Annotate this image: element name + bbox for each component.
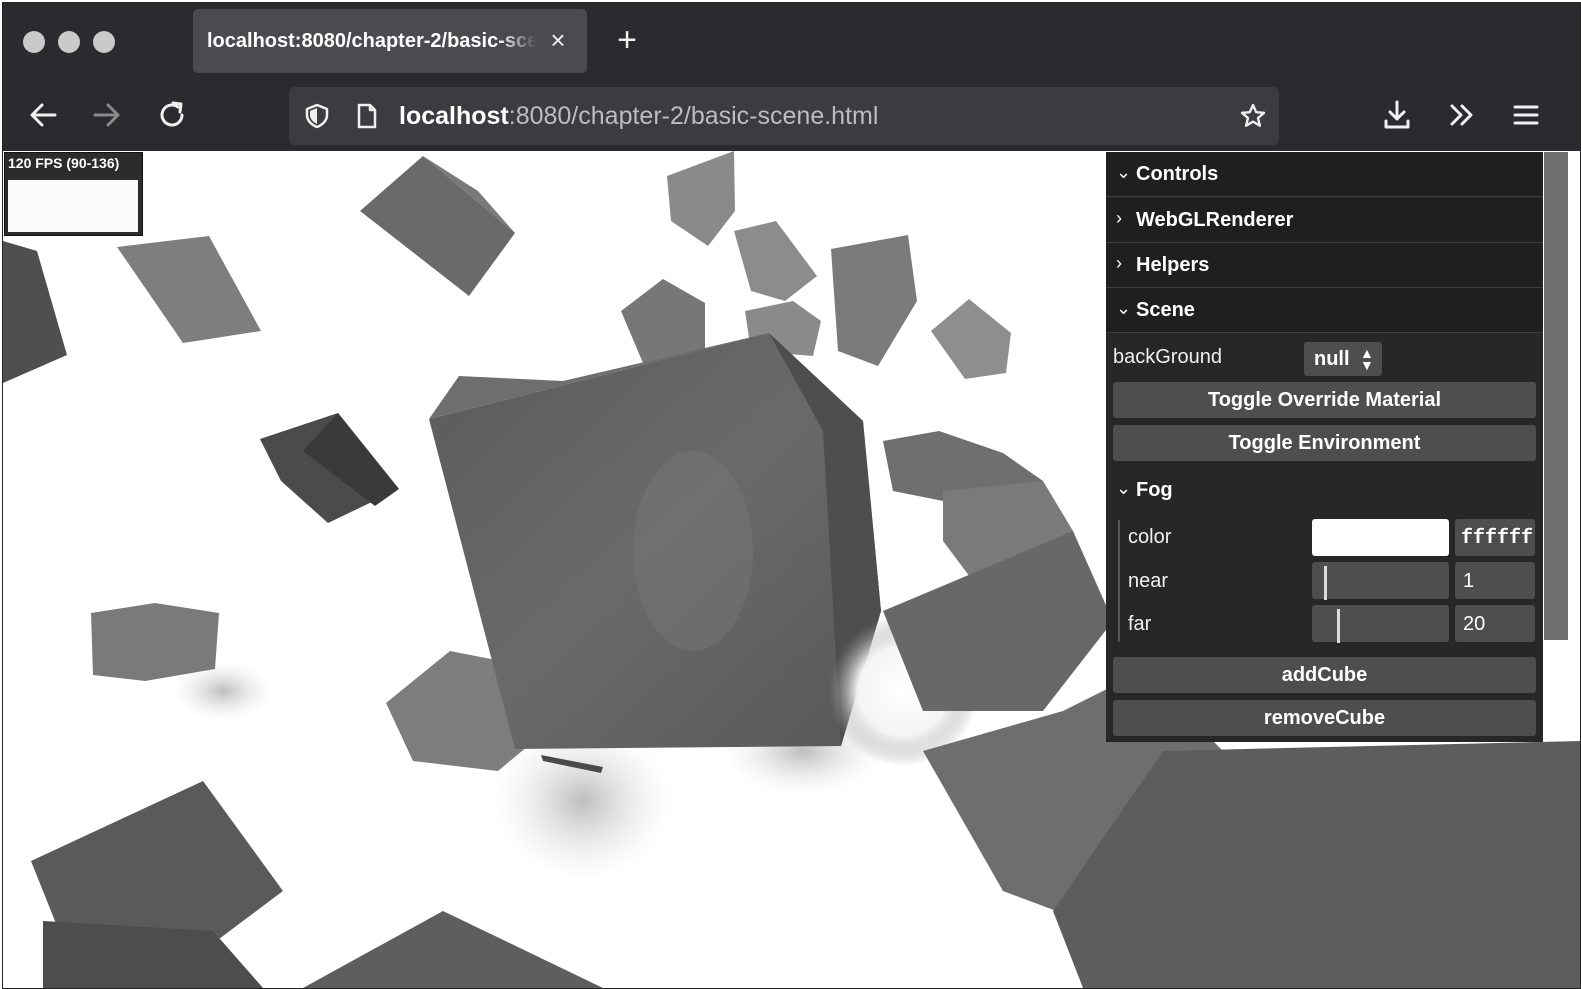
section-helpers[interactable]: › Helpers <box>1106 243 1543 288</box>
fps-counter: 120 FPS (90-136) <box>8 155 120 171</box>
select-updown-icon: ▲ ▼ <box>1360 345 1374 373</box>
chevron-down-icon: ⌄ <box>1116 478 1132 498</box>
address-bar[interactable]: localhost:8080/chapter-2/basic-scene.htm… <box>289 87 1279 145</box>
fog-near-input[interactable]: 1 <box>1455 562 1535 599</box>
forward-arrow-icon[interactable] <box>89 97 125 133</box>
navigation-bar: localhost:8080/chapter-2/basic-scene.htm… <box>3 79 1580 151</box>
chevron-down-icon: ⌄ <box>1116 298 1132 318</box>
fog-color-swatch[interactable] <box>1312 519 1449 556</box>
page-info-icon[interactable] <box>353 102 381 130</box>
section-scene-label: Scene <box>1136 299 1195 321</box>
tab-title: localhost:8080/chapter-2/basic-scene.htm… <box>207 30 537 52</box>
tab-strip: localhost:8080/chapter-2/basic-scene.htm… <box>3 3 1580 79</box>
fog-group-rule <box>1118 520 1120 642</box>
fog-color-value: ffffff <box>1461 527 1534 550</box>
background-select[interactable]: null ▲ ▼ <box>1304 342 1382 376</box>
browser-window: localhost:8080/chapter-2/basic-scene.htm… <box>2 2 1581 989</box>
url-path: :8080/chapter-2/basic-scene.html <box>508 102 879 130</box>
remove-cube-button[interactable]: removeCube <box>1113 700 1536 736</box>
chevron-down-icon: ⌄ <box>1116 162 1132 182</box>
section-scene[interactable]: ⌄ Scene <box>1106 288 1543 333</box>
panel-scrollbar[interactable] <box>1544 152 1568 640</box>
fps-graph <box>8 180 138 232</box>
cube <box>3 241 67 383</box>
download-icon[interactable] <box>1379 97 1415 133</box>
close-window-button[interactable] <box>23 31 45 53</box>
cube <box>734 221 817 301</box>
url-text[interactable]: localhost:8080/chapter-2/basic-scene.htm… <box>399 102 878 131</box>
stats-panel[interactable]: 120 FPS (90-136) <box>4 152 143 236</box>
section-controls-label: Controls <box>1136 163 1219 185</box>
cube <box>831 235 917 366</box>
section-controls[interactable]: ⌄ Controls <box>1106 152 1543 197</box>
fog-far-slider[interactable] <box>1312 605 1449 643</box>
background-select-value: null <box>1314 348 1350 370</box>
minimize-window-button[interactable] <box>58 31 80 53</box>
tab-close-icon[interactable]: × <box>543 25 573 55</box>
fog-color-input[interactable]: ffffff <box>1455 519 1535 556</box>
cube <box>303 911 603 988</box>
hamburger-menu-icon[interactable] <box>1508 97 1544 133</box>
cube <box>43 921 263 988</box>
cube <box>667 151 735 246</box>
new-tab-button[interactable]: + <box>610 23 644 57</box>
cube <box>621 279 705 363</box>
more-tools-chevron-icon[interactable] <box>1444 97 1480 133</box>
url-host: localhost <box>399 102 509 130</box>
add-cube-button[interactable]: addCube <box>1113 657 1536 693</box>
controls-panel: ⌄ Controls › WebGLRenderer › Helpers ⌄ S… <box>1106 152 1543 742</box>
fog-far-input[interactable]: 20 <box>1455 605 1535 642</box>
fog-color-label: color <box>1128 526 1172 548</box>
section-fog-label: Fog <box>1136 479 1173 501</box>
fog-near-value: 1 <box>1463 570 1475 592</box>
fog-far-slider-handle[interactable] <box>1337 609 1340 643</box>
maximize-window-button[interactable] <box>93 31 115 53</box>
cube <box>931 299 1011 379</box>
back-arrow-icon[interactable] <box>25 97 61 133</box>
fog-near-slider-handle[interactable] <box>1324 566 1327 600</box>
shield-icon[interactable] <box>303 102 331 130</box>
cube <box>360 156 515 296</box>
chevron-right-icon: › <box>1116 253 1122 273</box>
toggle-override-material-button[interactable]: Toggle Override Material <box>1113 382 1536 418</box>
cube <box>91 603 219 681</box>
section-fog[interactable]: ⌄ Fog <box>1106 468 1543 512</box>
fog-near-slider[interactable] <box>1312 562 1449 600</box>
bookmark-star-icon[interactable] <box>1239 102 1267 130</box>
reload-icon[interactable] <box>154 97 190 133</box>
section-helpers-label: Helpers <box>1136 254 1210 276</box>
active-tab[interactable]: localhost:8080/chapter-2/basic-scene.htm… <box>193 9 587 73</box>
toggle-environment-button[interactable]: Toggle Environment <box>1113 425 1536 461</box>
reflection <box>633 451 753 651</box>
cube <box>117 236 261 343</box>
fog-far-value: 20 <box>1463 613 1486 635</box>
background-label: backGround <box>1113 346 1222 368</box>
chevron-right-icon: › <box>1116 208 1122 228</box>
fog-far-label: far <box>1128 613 1152 635</box>
section-webglrenderer-label: WebGLRenderer <box>1136 209 1294 231</box>
fog-near-label: near <box>1128 570 1169 592</box>
section-webglrenderer[interactable]: › WebGLRenderer <box>1106 198 1543 243</box>
